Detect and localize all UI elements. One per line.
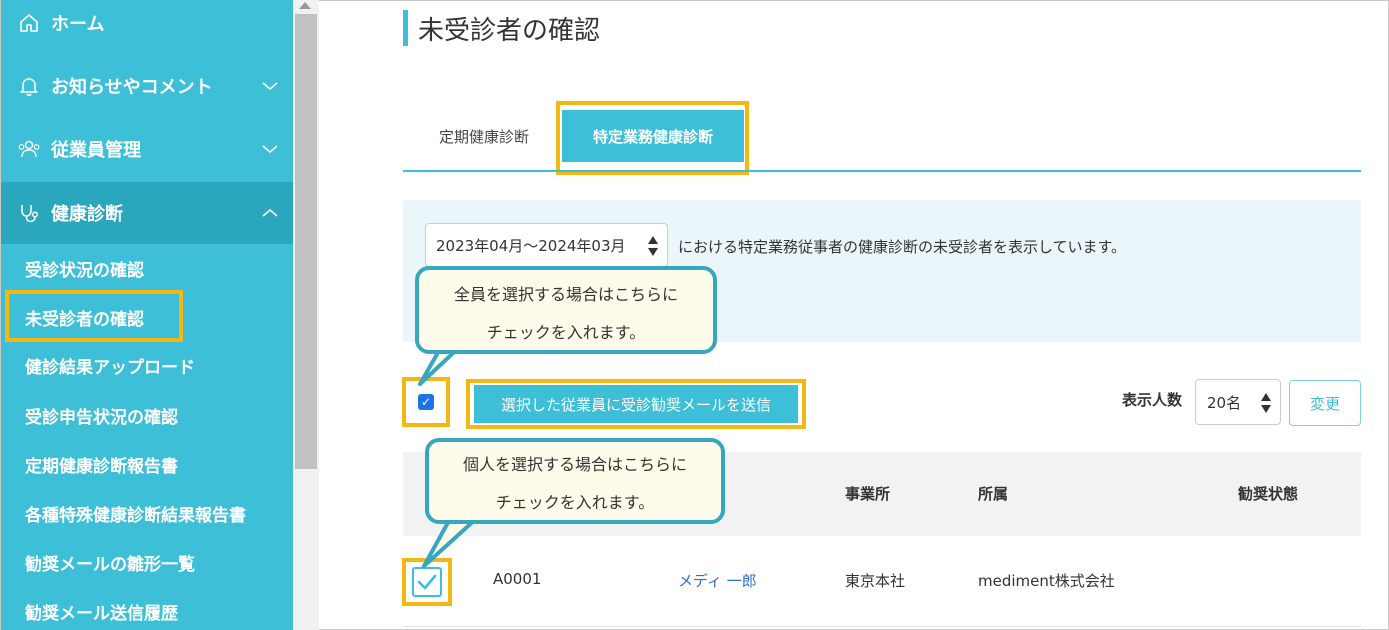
scroll-up-arrow-icon[interactable] [299,2,311,9]
sidebar-subitem-mail-templates[interactable]: 勧奨メールの雛形一覧 [1,537,293,587]
sidebar-highlight-box [5,290,183,342]
users-icon [17,137,41,161]
sidebar-subitem-label: 勧奨メール送信履歴 [25,603,178,624]
column-header-department: 所属 [978,485,1009,503]
sidebar-subitem-label: 受診状況の確認 [25,260,144,281]
sidebar-subitem-label: 受診申告状況の確認 [25,407,178,428]
tab-periodic-checkup[interactable]: 定期健康診断 [410,110,558,162]
sidebar-subitem-report-status[interactable]: 受診申告状況の確認 [1,390,293,440]
title-accent-bar [403,10,408,46]
callout-line: チェックを入れます。 [486,323,646,342]
select-all-checkbox[interactable]: ✓ [418,394,434,410]
employee-name-link[interactable]: メディ 一郎 [678,570,757,591]
per-page-label: 表示人数 [1122,391,1183,409]
scrollbar-thumb[interactable] [295,14,317,469]
select-arrows-icon [648,236,658,256]
sidebar-item-label: 従業員管理 [51,140,141,161]
sidebar-subitem-label: 定期健康診断報告書 [25,456,178,477]
info-text: における特定業務従事者の健康診断の未受診者を表示しています。 [678,238,1127,256]
sidebar: ホーム お知らせやコメント 従業員管理 健康診断 受診状況の確認 未受診者の確認… [1,0,293,630]
page-title: 未受診者の確認 [418,16,601,46]
tab-underline [403,170,1361,172]
chevron-up-icon [261,204,279,227]
sidebar-subitem-label: 勧奨メールの雛形一覧 [25,554,195,575]
column-header-reminder-status: 勧奨状態 [1238,485,1299,503]
employee-office: 東京本社 [845,572,906,590]
bell-icon [17,74,41,98]
stethoscope-icon [17,201,41,225]
callout-line: 個人を選択する場合はこちらに [462,455,687,474]
column-header-office: 事業所 [845,485,891,503]
employee-id: A0001 [493,570,542,588]
sidebar-item-employees[interactable]: 従業員管理 [1,118,293,180]
callout-select-individual: 個人を選択する場合はこちらに チェックを入れます。 [425,438,725,524]
change-button[interactable]: 変更 [1289,380,1361,426]
callout-select-all: 全員を選択する場合はこちらに チェックを入れます。 [415,266,717,354]
sidebar-subitem-upload[interactable]: 健診結果アップロード [1,340,293,390]
callout-line: チェックを入れます。 [495,493,655,512]
employee-department: mediment株式会社 [978,572,1115,590]
sidebar-subitem-mail-history[interactable]: 勧奨メール送信履歴 [1,586,293,630]
sidebar-item-label: ホーム [51,14,105,35]
sidebar-subitem-special-report[interactable]: 各種特殊健康診断結果報告書 [1,488,293,538]
period-select-value: 2023年04月～2024年03月 [436,236,626,255]
tab-highlight-box [556,101,749,175]
sidebar-item-notifications[interactable]: お知らせやコメント [1,55,293,117]
chevron-down-icon [261,140,279,163]
sidebar-subitem-periodic-report[interactable]: 定期健康診断報告書 [1,439,293,489]
sidebar-item-home[interactable]: ホーム [1,0,293,54]
per-page-select[interactable]: 20名 [1195,379,1281,425]
sidebar-item-label: 健康診断 [51,204,123,225]
select-arrows-icon [1261,393,1271,413]
row-divider [403,626,1361,627]
per-page-value: 20名 [1207,393,1242,412]
row-checkbox[interactable] [412,567,442,597]
callout-line: 全員を選択する場合はこちらに [453,285,678,304]
home-icon [17,11,41,35]
sidebar-subitem-exam-status[interactable]: 受診状況の確認 [1,243,293,293]
period-select[interactable]: 2023年04月～2024年03月 [425,223,668,267]
checkmark-icon [417,574,437,590]
send-reminder-mail-button[interactable]: 選択した従業員に受診勧奨メールを送信 [474,385,798,423]
sidebar-item-label: お知らせやコメント [51,77,213,98]
sidebar-subitem-label: 各種特殊健康診断結果報告書 [25,505,246,526]
chevron-down-icon [261,77,279,100]
sidebar-subitem-label: 健診結果アップロード [25,357,195,378]
sidebar-item-health-checkup[interactable]: 健康診断 [1,182,293,244]
